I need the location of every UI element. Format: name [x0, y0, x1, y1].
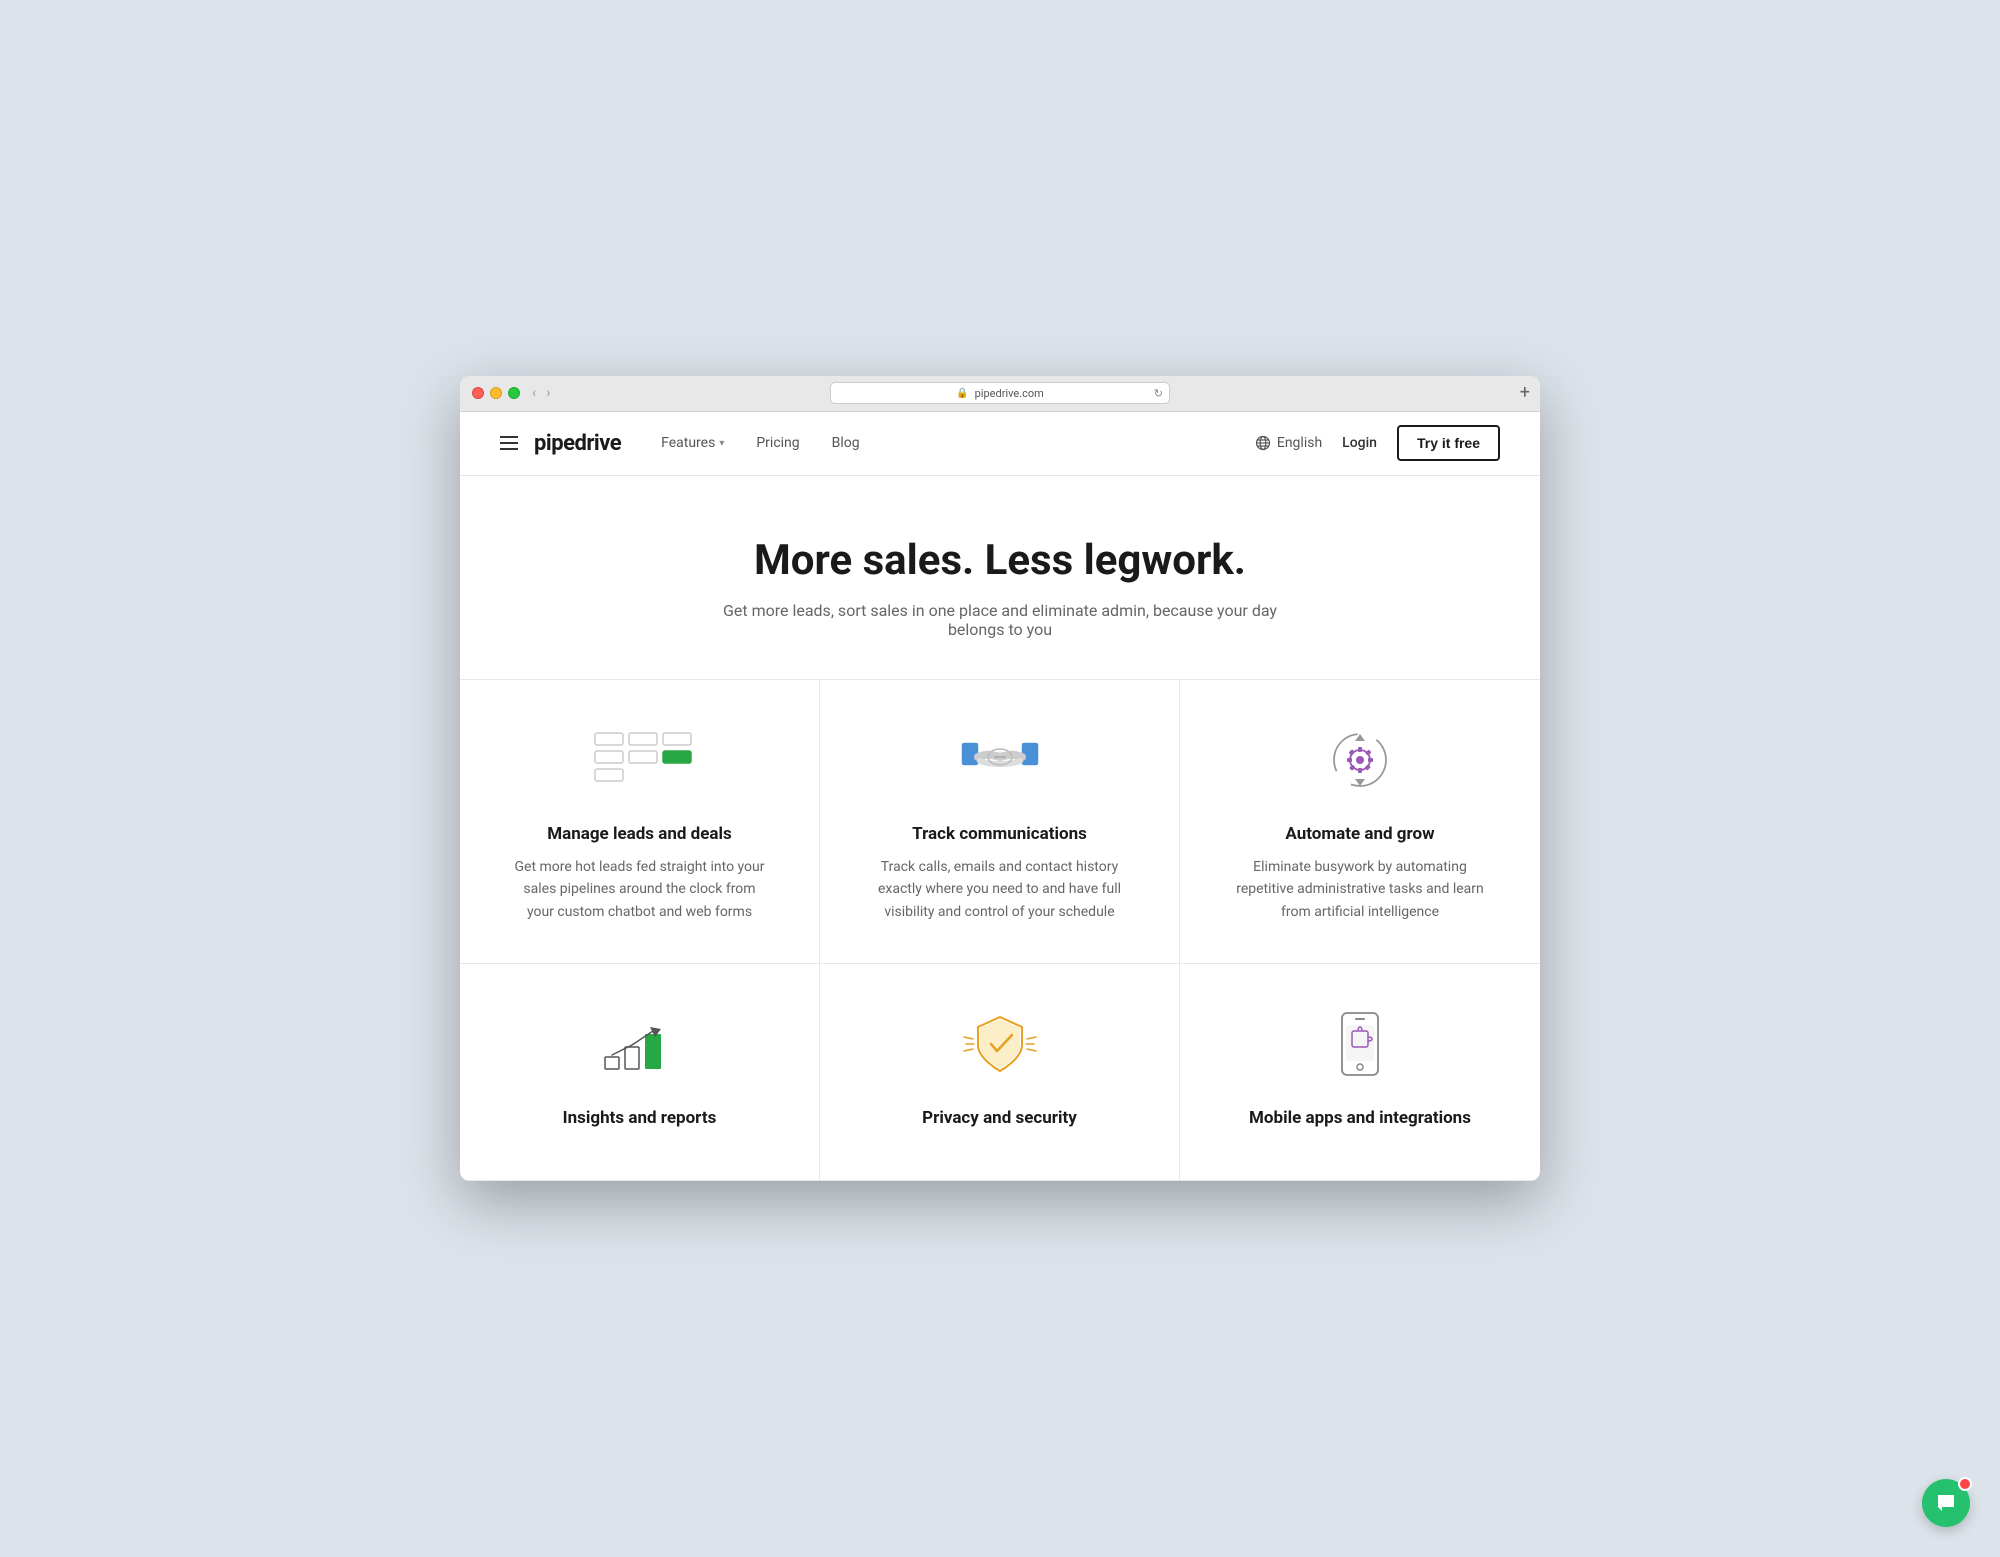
language-selector[interactable]: English [1255, 435, 1322, 451]
hero-subtitle: Get more leads, sort sales in one place … [720, 601, 1280, 639]
feature-card-insights-reports: Insights and reports [460, 964, 820, 1181]
nav-links: Features ▾ Pricing Blog [661, 435, 1255, 451]
logo[interactable]: pipedrive [534, 431, 621, 456]
feature-title-automate-grow: Automate and grow [1212, 824, 1508, 844]
feature-card-privacy-security: Privacy and security [820, 964, 1180, 1181]
maximize-button[interactable] [508, 387, 520, 399]
back-button[interactable]: ‹ [528, 383, 540, 403]
nav-arrows: ‹ › [528, 383, 554, 403]
chat-notification-badge [1958, 1477, 1972, 1491]
hero-title: More sales. Less legwork. [500, 536, 1500, 585]
browser-content: pipedrive Features ▾ Pricing Blog [460, 412, 1540, 1181]
features-nav-link[interactable]: Features ▾ [661, 435, 724, 451]
url-text: pipedrive.com [975, 387, 1044, 400]
try-free-button[interactable]: Try it free [1397, 425, 1500, 461]
feature-title-track-communications: Track communications [852, 824, 1147, 844]
globe-icon [1255, 435, 1271, 451]
feature-desc-track-communications: Track calls, emails and contact history … [870, 856, 1130, 923]
reload-icon[interactable]: ↻ [1154, 387, 1163, 400]
mac-window: ‹ › 🔒 pipedrive.com ↻ + pipedrive Featur… [460, 376, 1540, 1181]
feature-desc-manage-leads: Get more hot leads fed straight into you… [510, 856, 770, 923]
hamburger-line [500, 448, 518, 450]
new-tab-button[interactable]: + [1520, 384, 1530, 402]
forward-button[interactable]: › [542, 383, 554, 403]
insights-reports-icon [492, 1004, 787, 1084]
minimize-button[interactable] [490, 387, 502, 399]
nav-right: English Login Try it free [1255, 425, 1500, 461]
hamburger-line [500, 442, 518, 444]
address-bar[interactable]: 🔒 pipedrive.com ↻ [830, 382, 1170, 404]
feature-card-track-communications: Track communications Track calls, emails… [820, 680, 1180, 964]
hero-section: More sales. Less legwork. Get more leads… [460, 476, 1540, 679]
traffic-lights [472, 387, 520, 399]
title-bar: ‹ › 🔒 pipedrive.com ↻ + [460, 376, 1540, 412]
chat-icon [1934, 1491, 1958, 1515]
features-grid: Manage leads and deals Get more hot lead… [460, 679, 1540, 1181]
feature-title-mobile-apps: Mobile apps and integrations [1212, 1108, 1508, 1128]
manage-leads-icon [492, 720, 787, 800]
lock-icon: 🔒 [956, 388, 968, 399]
feature-card-automate-grow: Automate and grow Eliminate busywork by … [1180, 680, 1540, 964]
feature-card-mobile-apps: Mobile apps and integrations [1180, 964, 1540, 1181]
close-button[interactable] [472, 387, 484, 399]
chevron-down-icon: ▾ [719, 438, 724, 449]
feature-title-manage-leads: Manage leads and deals [492, 824, 787, 844]
hamburger-menu[interactable] [500, 436, 518, 450]
site-nav: pipedrive Features ▾ Pricing Blog [460, 412, 1540, 476]
mobile-apps-icon [1212, 1004, 1508, 1084]
automate-grow-icon [1212, 720, 1508, 800]
login-button[interactable]: Login [1342, 435, 1377, 451]
privacy-security-icon [852, 1004, 1147, 1084]
hamburger-line [500, 436, 518, 438]
pricing-nav-link[interactable]: Pricing [756, 435, 799, 451]
blog-nav-link[interactable]: Blog [832, 435, 860, 451]
track-communications-icon [852, 720, 1147, 800]
feature-card-manage-leads: Manage leads and deals Get more hot lead… [460, 680, 820, 964]
feature-title-privacy-security: Privacy and security [852, 1108, 1147, 1128]
chat-widget[interactable] [1922, 1479, 1970, 1527]
feature-desc-automate-grow: Eliminate busywork by automating repetit… [1230, 856, 1490, 923]
language-label: English [1277, 435, 1322, 451]
feature-title-insights-reports: Insights and reports [492, 1108, 787, 1128]
